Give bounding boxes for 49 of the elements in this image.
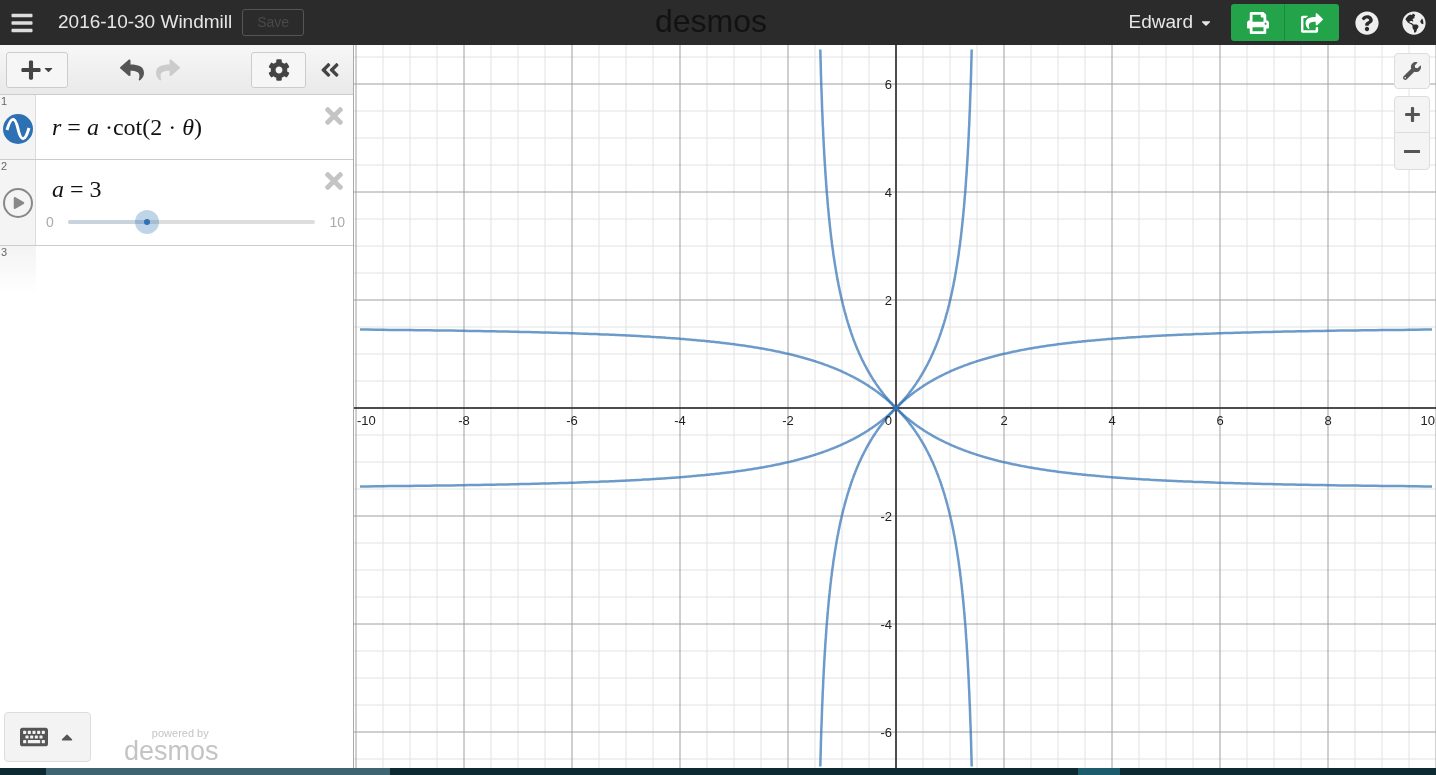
powered-by-text: powered by: [151, 728, 209, 738]
share-button[interactable]: [1285, 4, 1339, 41]
play-icon: [12, 196, 25, 209]
print-button[interactable]: [1231, 4, 1285, 41]
wrench-icon: [1403, 62, 1421, 80]
graph-title[interactable]: 2016-10-30 Windmill: [58, 8, 233, 37]
y-tick-label: 4: [884, 185, 892, 200]
y-tick-label: -2: [880, 509, 892, 524]
line-number: 2: [1, 161, 8, 172]
y-tick-label: -4: [880, 617, 892, 632]
y-tick-label: -6: [880, 725, 892, 740]
expression-formula[interactable]: a = 3: [52, 174, 353, 204]
slider-min: 0: [46, 212, 55, 232]
slider-track[interactable]: [68, 210, 316, 234]
x-tick-label: -4: [674, 413, 686, 428]
wrench-button[interactable]: [1394, 53, 1430, 89]
x-tick-label: 10: [1420, 413, 1435, 428]
line-number: 1: [1, 96, 8, 107]
printer-icon: [1246, 11, 1269, 34]
slider-max: 10: [328, 212, 345, 232]
x-tick-label: -8: [458, 413, 470, 428]
globe-icon[interactable]: [1402, 10, 1426, 35]
user-menu[interactable]: Edward: [1128, 8, 1213, 37]
x-tick-label: 8: [1324, 413, 1332, 428]
expression-formula[interactable]: r = a ·cot(2 · θ): [52, 109, 202, 145]
settings-button[interactable]: [251, 51, 306, 88]
x-tick-label: 4: [1108, 413, 1116, 428]
x-tick-label: -2: [782, 413, 794, 428]
plus-icon: [19, 58, 42, 81]
x-tick-label: 0: [884, 413, 892, 428]
settings-icon: [267, 58, 290, 81]
line-number: 3: [1, 247, 8, 258]
x-tick-label: 6: [1216, 413, 1224, 428]
wave-icon[interactable]: [2, 113, 33, 144]
undo-icon[interactable]: [120, 57, 144, 82]
share-icon: [1301, 11, 1323, 34]
y-tick-label: 2: [884, 293, 892, 308]
y-tick-label: 6: [884, 77, 892, 92]
plus-icon: [1403, 106, 1421, 123]
minus-icon: [1404, 149, 1420, 153]
play-button[interactable]: [2, 187, 33, 218]
x-tick-label: -6: [566, 413, 578, 428]
footer-logo: desmos: [124, 738, 219, 764]
slider-thumb[interactable]: [135, 210, 159, 234]
x-tick-label: -10: [357, 413, 376, 428]
add-item-button[interactable]: [6, 51, 68, 88]
x-tick-label: 2: [1000, 413, 1008, 428]
keyboard-button[interactable]: [4, 712, 91, 762]
help-icon[interactable]: [1355, 10, 1379, 35]
